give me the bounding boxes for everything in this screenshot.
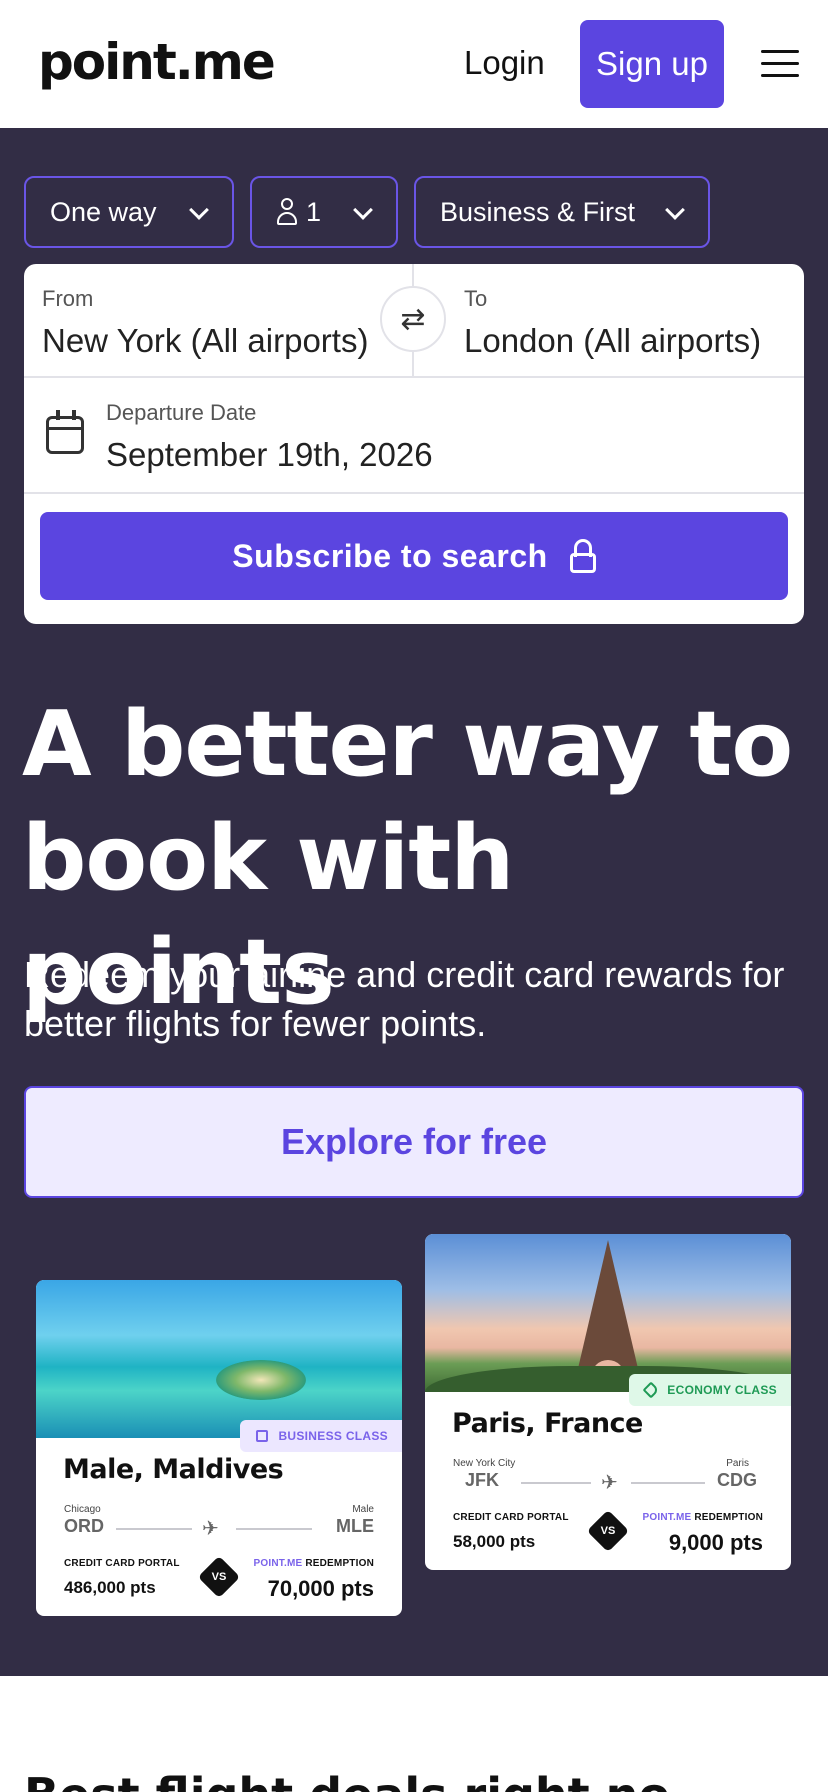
origin-city: New York City xyxy=(453,1458,516,1469)
route-line xyxy=(116,1528,192,1530)
airplane-icon: ✈ xyxy=(202,1518,219,1540)
from-value: New York (All airports) xyxy=(42,322,369,359)
subscribe-to-search-button[interactable]: Subscribe to search xyxy=(40,512,788,600)
briefcase-icon xyxy=(256,1430,269,1442)
trip-type-value: One way xyxy=(50,196,157,227)
deal-title: Male, Maldives xyxy=(63,1454,284,1485)
swap-airports-icon[interactable]: ⇄ xyxy=(380,286,446,352)
redemption-points: 9,000 pts xyxy=(668,1530,763,1555)
vs-badge: VS xyxy=(586,1509,630,1553)
passenger-count: 1 xyxy=(306,196,322,227)
passengers-dropdown[interactable]: 1 xyxy=(250,176,398,248)
calendar-icon xyxy=(46,410,84,454)
dest-city: Male xyxy=(352,1504,374,1515)
portal-points: 486,000 pts xyxy=(64,1578,156,1597)
subscribe-label: Subscribe to search xyxy=(232,537,548,574)
portal-label: CREDIT CARD PORTAL xyxy=(64,1558,180,1569)
date-value: September 19th, 2026 xyxy=(106,436,433,473)
dest-code: MLE xyxy=(336,1516,374,1536)
to-field[interactable]: To London (All airports) xyxy=(414,264,804,378)
lock-icon xyxy=(569,539,596,573)
business-class-badge: BUSINESS CLASS xyxy=(240,1420,402,1452)
portal-points: 58,000 pts xyxy=(453,1532,536,1551)
from-field[interactable]: From New York (All airports) xyxy=(24,264,414,378)
route-line xyxy=(631,1482,705,1484)
redemption-points: 70,000 pts xyxy=(267,1576,374,1601)
signup-button[interactable]: Sign up xyxy=(580,20,724,108)
dest-code: CDG xyxy=(717,1470,757,1490)
deal-card-paris[interactable]: ECONOMY CLASS Paris, France New York Cit… xyxy=(425,1234,791,1570)
chevron-down-icon xyxy=(353,200,373,220)
search-card: From New York (All airports) To London (… xyxy=(24,264,804,624)
route-line xyxy=(521,1482,591,1484)
logo[interactable]: point.me xyxy=(38,30,276,94)
to-value: London (All airports) xyxy=(464,322,762,359)
origin-code: JFK xyxy=(465,1470,500,1490)
cabin-class-dropdown[interactable]: Business & First xyxy=(414,176,710,248)
airplane-icon: ✈ xyxy=(601,1472,618,1494)
hero-subheadline: Redeem your airline and credit card rewa… xyxy=(24,954,785,1044)
date-label: Departure Date xyxy=(106,400,257,425)
chevron-down-icon xyxy=(665,200,685,220)
departure-date-field[interactable]: Departure Date September 19th, 2026 xyxy=(24,380,804,494)
economy-class-badge: ECONOMY CLASS xyxy=(629,1374,791,1406)
person-icon xyxy=(276,198,298,226)
maldives-photo xyxy=(36,1280,402,1438)
redemption-label: POINT.ME REDEMPTION xyxy=(642,1512,763,1523)
paris-photo xyxy=(425,1234,791,1392)
hero-section: One way 1 Business & First From New York… xyxy=(0,128,828,1676)
vs-badge: VS xyxy=(197,1555,241,1599)
explore-for-free-button[interactable]: Explore for free xyxy=(24,1086,804,1198)
tag-icon xyxy=(642,1381,660,1399)
from-label: From xyxy=(42,286,94,311)
route-line xyxy=(236,1528,312,1530)
section-title: Best flight deals right no xyxy=(24,1768,670,1792)
hamburger-menu-icon[interactable] xyxy=(761,50,799,78)
top-header: point.me Login Sign up xyxy=(0,0,828,128)
deal-card-maldives[interactable]: BUSINESS CLASS Male, Maldives Chicago OR… xyxy=(36,1280,402,1616)
trip-type-dropdown[interactable]: One way xyxy=(24,176,234,248)
origin-code: ORD xyxy=(64,1516,104,1536)
cabin-class-value: Business & First xyxy=(440,196,636,227)
origin-city: Chicago xyxy=(64,1504,101,1515)
chevron-down-icon xyxy=(189,200,209,220)
login-link[interactable]: Login xyxy=(464,42,545,84)
deal-title: Paris, France xyxy=(452,1408,643,1439)
to-label: To xyxy=(464,286,488,311)
redemption-label: POINT.ME REDEMPTION xyxy=(253,1558,374,1569)
portal-label: CREDIT CARD PORTAL xyxy=(453,1512,569,1523)
dest-city: Paris xyxy=(726,1458,749,1469)
